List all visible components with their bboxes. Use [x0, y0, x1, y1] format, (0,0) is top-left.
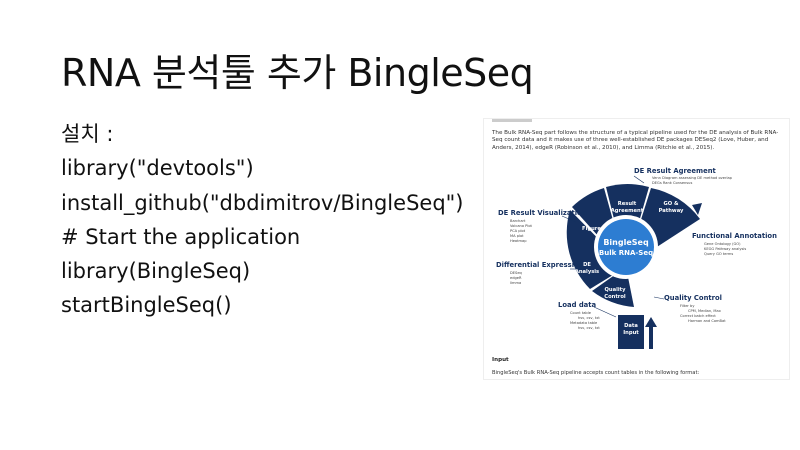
callout-de-visualization-item: Volcano Plot — [510, 224, 533, 228]
callout-differential-expression-title: Differential Expression — [496, 261, 584, 269]
callout-de-result-agreement-item: Venn Diagram assessing DE method overlap — [652, 176, 733, 180]
callout-quality-control-item: CPM, Median, Max — [688, 309, 722, 313]
callout-load-data-title: Load data — [558, 301, 597, 309]
callout-differential-expression-item: edgeR — [510, 276, 522, 280]
callout-load-data-item: Metadata table — [570, 321, 598, 325]
upload-arrow-icon — [645, 317, 657, 327]
callout-de-result-agreement-title: DE Result Agreement — [634, 167, 717, 175]
code-line-install-github: install_github("dbdimitrov/BingleSeq") — [61, 190, 464, 215]
input-heading: Input — [492, 357, 509, 363]
callout-de-result-agreement-item: DEGs Rank Consensus — [652, 181, 692, 185]
callout-load-data-item: Count table — [570, 311, 592, 315]
callout-functional-annotation-title: Functional Annotation — [692, 232, 777, 240]
pipeline-diagram: Result Agreement GO & Pathway Figures DE… — [496, 167, 777, 349]
segment-label-go: GO & — [664, 201, 679, 207]
callout-quality-control-title: Quality Control — [664, 294, 722, 302]
callout-functional-annotation-item: KEGG Pathway analysis — [704, 247, 746, 251]
input-text: BingleSeq's Bulk RNA-Seq pipeline accept… — [492, 370, 700, 376]
code-line-devtools: library("devtools") — [61, 156, 254, 181]
center-title-line2: Bulk RNA-Seq — [599, 249, 653, 257]
segment-label-input: Input — [623, 330, 639, 336]
callout-quality-control-item: Correct batch effect — [680, 314, 716, 318]
callout-differential-expression-item: DESeq — [510, 271, 522, 275]
code-line-comment: # Start the application — [61, 224, 301, 249]
segment-label-control: Control — [604, 294, 626, 300]
segment-label-pathway: Pathway — [659, 208, 684, 214]
segment-label-de: DE — [583, 262, 591, 268]
segment-label-analysis: Analysis — [575, 269, 599, 275]
code-line-start: startBingleSeq() — [61, 293, 232, 318]
bingleseq-figure: The Bulk RNA-Seq part follows the struct… — [483, 118, 790, 380]
callout-de-visualization-item: Barchart — [510, 219, 526, 223]
segment-label-result: Result — [618, 201, 637, 207]
callout-functional-annotation-item: Gene Ontology (GO) — [704, 242, 741, 246]
callout-functional-annotation-item: Query GO terms — [704, 252, 733, 256]
install-instructions: 설치 : library("devtools") install_github(… — [61, 117, 464, 323]
segment-label-figures: Figures — [582, 226, 604, 232]
slide-title: RNA 분석툴 추가 BingleSeq — [61, 51, 534, 95]
upload-arrow-shaft — [649, 325, 653, 349]
callout-de-visualization-item: PCA plot — [510, 229, 526, 233]
callout-differential-expression-item: limma — [510, 281, 521, 285]
code-line-library-bingleseq: library(BingleSeq) — [61, 259, 251, 284]
segment-label-quality: Quality — [604, 287, 626, 293]
callout-load-data-item: hsv, csv, txt — [578, 316, 600, 320]
callout-quality-control-item: Filter by — [680, 304, 695, 308]
segment-label-agreement: Agreement — [611, 208, 644, 214]
center-circle — [598, 219, 654, 275]
connector-line — [633, 175, 645, 184]
center-title-line1: BingleSeq — [603, 238, 649, 247]
segment-label-data: Data — [624, 323, 638, 329]
callout-load-data-item: hsv, csv, txt — [578, 326, 600, 330]
callout-de-visualization-item: MA plot — [510, 234, 524, 238]
install-heading: 설치 : — [61, 122, 114, 146]
callout-quality-control-item: Harman and ComBat — [688, 319, 726, 323]
connector-line — [653, 296, 665, 300]
callout-de-visualization-title: DE Result Visualization — [498, 209, 587, 217]
callout-de-visualization-item: Heatmap — [510, 239, 527, 243]
